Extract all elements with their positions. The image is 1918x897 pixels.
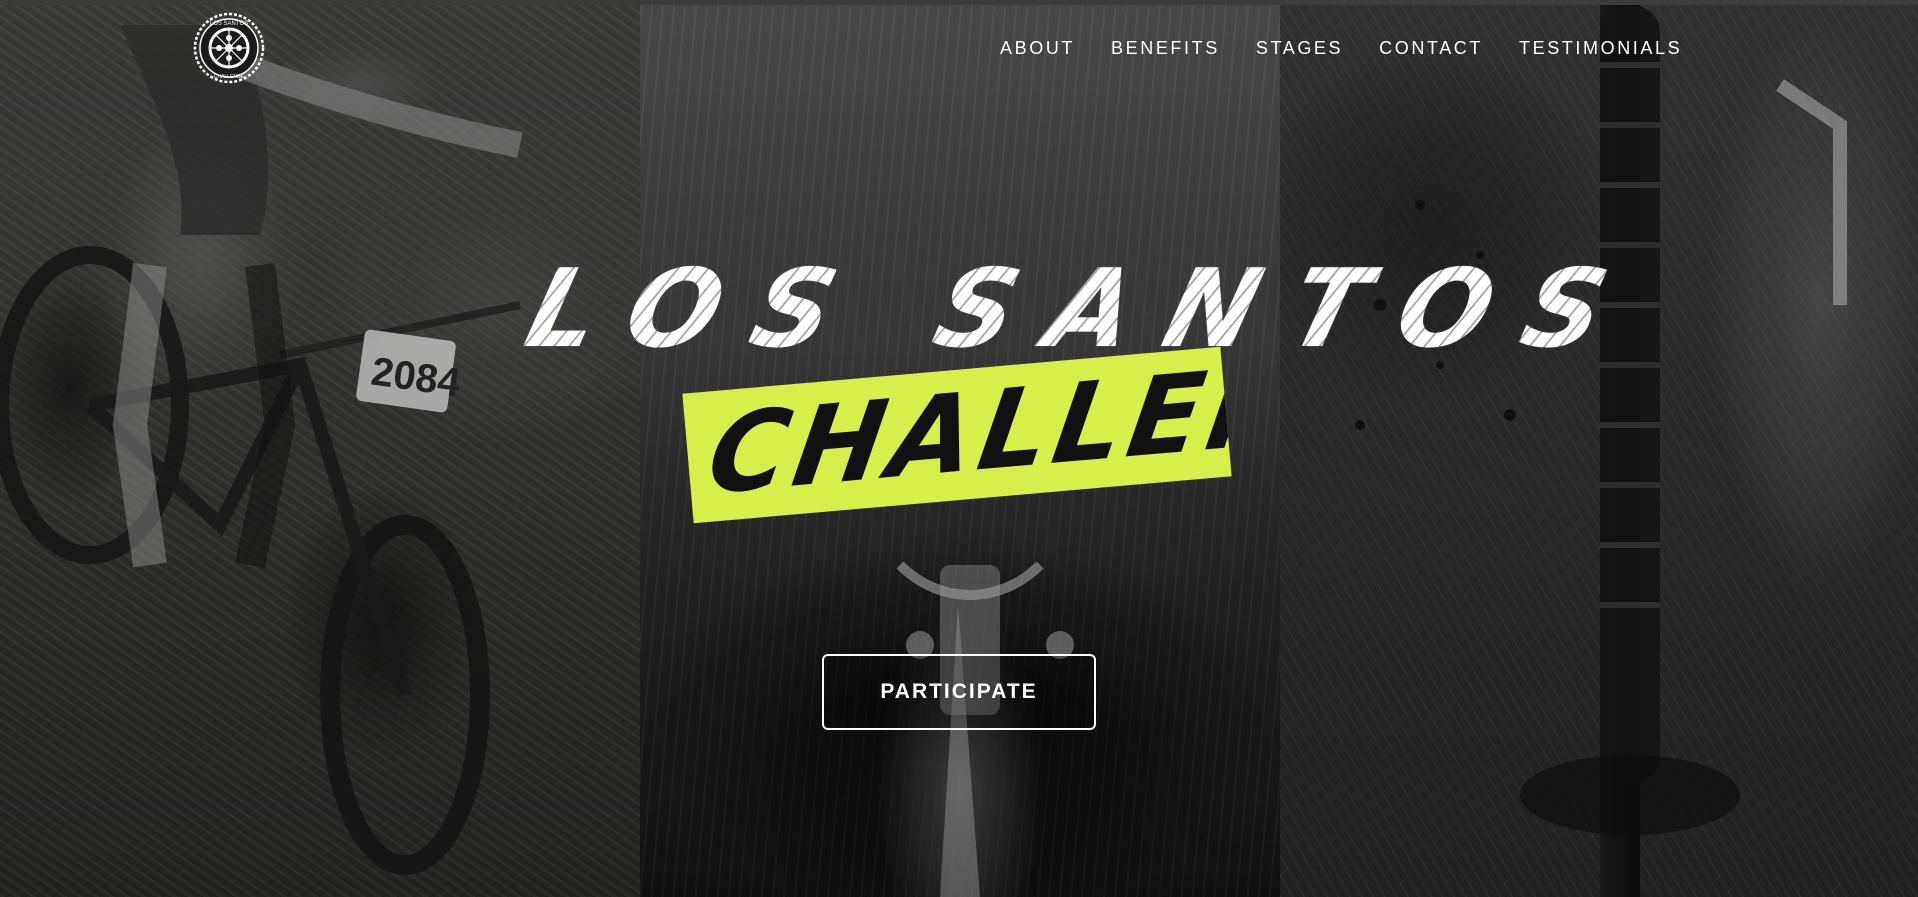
nav-item-stages[interactable]: STAGES [1256, 36, 1343, 60]
hero-title: LOS SANTOS [515, 247, 1653, 372]
logo-bottom-text: CHALLENGE [214, 74, 245, 80]
nav-item-benefits[interactable]: BENEFITS [1111, 36, 1220, 60]
main-nav: ABOUT BENEFITS STAGES CONTACT TESTIMONIA… [1000, 36, 1718, 60]
hero-section: 2084 LOS SANTOS CHALLENGE ABOUT BENEFITS… [0, 0, 1918, 897]
nav-item-testimonials[interactable]: TESTIMONIALS [1519, 36, 1682, 60]
participate-button[interactable]: PARTICIPATE [822, 654, 1096, 730]
logo-top-text: LOS SANTOS [210, 21, 248, 27]
top-border [0, 0, 1918, 5]
bike-wheel-logo-icon: LOS SANTOS CHALLENGE [193, 12, 265, 84]
hero-title-text: LOS SANTOS [514, 247, 1653, 372]
site-logo[interactable]: LOS SANTOS CHALLENGE [193, 12, 265, 84]
nav-item-about[interactable]: ABOUT [1000, 36, 1075, 60]
nav-item-contact[interactable]: CONTACT [1379, 36, 1483, 60]
